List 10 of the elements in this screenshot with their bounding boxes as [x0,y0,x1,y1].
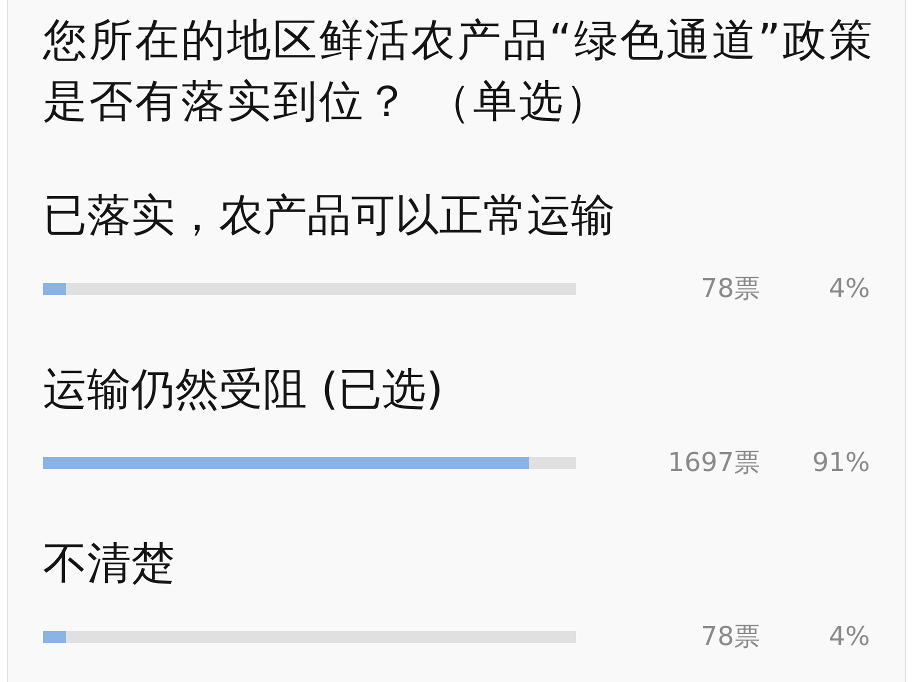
poll-question: 您所在的地区鲜活农产品“绿色通道”政策是否有落实到位？ （单选） [43,14,876,129]
option-label[interactable]: 已落实，农产品可以正常运输 [43,186,615,246]
vote-percentage: 4% [828,621,870,653]
vote-count: 78票 [700,273,760,305]
option-label[interactable]: 运输仍然受阻 (已选) [43,360,444,420]
vote-percentage: 4% [828,273,870,305]
vote-count: 1697票 [668,447,760,479]
option-label[interactable]: 不清楚 [43,534,175,594]
vote-percentage: 91% [812,447,870,479]
vote-count: 78票 [700,621,760,653]
